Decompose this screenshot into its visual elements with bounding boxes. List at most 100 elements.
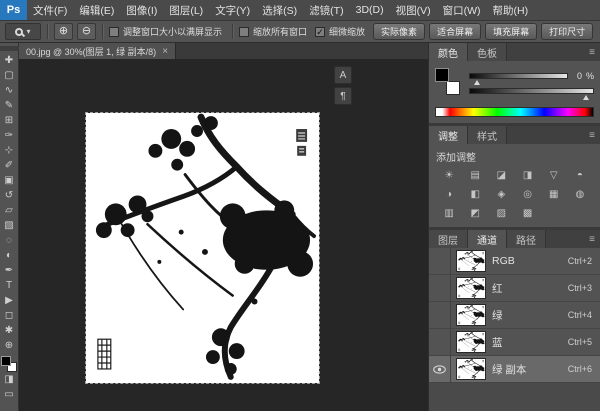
document-tab[interactable]: 00.jpg @ 30%(图层 1, 绿 副本/8) × [19, 43, 177, 59]
type-tool[interactable]: T [0, 278, 19, 293]
crop-tool[interactable]: ⊞ [0, 113, 19, 128]
actual-pixels-button[interactable]: 实际像素 [373, 23, 426, 40]
menu-item-edit[interactable]: 编辑(E) [73, 0, 120, 20]
visibility-toggle[interactable] [429, 275, 451, 301]
menu-item-layer[interactable]: 图层(L) [163, 0, 209, 20]
tab-swatches[interactable]: 色板 [468, 43, 507, 61]
tab-adjustments[interactable]: 调整 [429, 126, 468, 144]
tab-color[interactable]: 颜色 [429, 43, 468, 61]
color-lookup-icon[interactable]: ▦ [541, 187, 567, 202]
channel-row-red[interactable]: 红 Ctrl+3 [429, 275, 600, 302]
menu-item-select[interactable]: 选择(S) [256, 0, 303, 20]
levels-icon[interactable]: ▤ [462, 168, 488, 183]
quick-selection-tool[interactable]: ✎ [0, 98, 19, 113]
menu-item-filter[interactable]: 滤镜(T) [303, 0, 349, 20]
menu-item-window[interactable]: 窗口(W) [437, 0, 487, 20]
dodge-tool[interactable]: ◐ [0, 248, 19, 263]
toolbar-collapse-handle[interactable] [0, 46, 19, 51]
path-selection-tool[interactable]: ▶ [0, 293, 19, 308]
zoom-all-windows-checkbox[interactable] [239, 26, 250, 37]
foreground-color-swatch[interactable] [1, 356, 11, 366]
channel-row-rgb[interactable]: RGB Ctrl+2 [429, 248, 600, 275]
menu-item-3d[interactable]: 3D(D) [350, 0, 390, 20]
channel-thumbnail[interactable] [456, 331, 486, 353]
tab-paths[interactable]: 路径 [507, 230, 546, 248]
shape-tool[interactable]: ◻ [0, 308, 19, 323]
visibility-toggle[interactable] [429, 329, 451, 355]
slider-handle[interactable] [583, 94, 589, 100]
panel-menu-icon[interactable]: ≡ [589, 130, 595, 141]
screen-mode-button[interactable]: ▭ [0, 387, 19, 402]
visibility-toggle[interactable] [429, 302, 451, 328]
channel-thumbnail[interactable] [456, 358, 486, 380]
pen-tool[interactable]: ✒ [0, 263, 19, 278]
move-tool[interactable]: ✚ [0, 53, 19, 68]
eraser-tool[interactable]: ▱ [0, 203, 19, 218]
foreground-background-swatches[interactable] [1, 356, 17, 372]
foreground-background-widget[interactable] [435, 68, 462, 95]
visibility-toggle[interactable] [429, 356, 451, 382]
color-slider-track[interactable] [469, 72, 568, 85]
threshold-icon[interactable]: ◩ [462, 206, 488, 221]
blur-tool[interactable]: ◌ [0, 233, 19, 248]
posterize-icon[interactable]: ▥ [436, 206, 462, 221]
curves-icon[interactable]: ◪ [488, 168, 514, 183]
invert-icon[interactable]: ◍ [567, 187, 593, 202]
selective-color-icon[interactable]: ▨ [488, 206, 514, 221]
scrubby-zoom-checkbox[interactable]: ✓ [315, 26, 326, 37]
print-size-button[interactable]: 打印尺寸 [541, 23, 594, 40]
tab-layers[interactable]: 图层 [429, 230, 468, 248]
history-brush-tool[interactable]: ↺ [0, 188, 19, 203]
channel-row-green[interactable]: 绿 Ctrl+4 [429, 302, 600, 329]
channel-thumbnail[interactable] [456, 277, 486, 299]
menu-item-view[interactable]: 视图(V) [390, 0, 437, 20]
exposure-icon[interactable]: ◨ [514, 168, 540, 183]
menu-item-file[interactable]: 文件(F) [27, 0, 73, 20]
brightness-contrast-icon[interactable]: ☀ [436, 168, 462, 183]
visibility-toggle[interactable] [429, 248, 451, 274]
panel-menu-icon[interactable]: ≡ [589, 234, 595, 245]
healing-brush-tool[interactable]: ⊹ [0, 143, 19, 158]
close-icon[interactable]: × [162, 46, 168, 57]
fit-screen-button[interactable]: 适合屏幕 [429, 23, 482, 40]
black-white-icon[interactable]: ◧ [462, 187, 488, 202]
zoom-out-button[interactable]: ⊖ [77, 23, 96, 40]
brush-tool[interactable]: ✐ [0, 158, 19, 173]
color-balance-icon[interactable]: ◑ [436, 187, 462, 202]
color-spectrum-ramp[interactable] [435, 107, 594, 117]
hand-tool[interactable]: ✱ [0, 323, 19, 338]
vibrance-icon[interactable]: ▽ [541, 168, 567, 183]
zoom-tool[interactable]: ⊕ [0, 338, 19, 353]
tool-preset-picker[interactable]: ▾ [5, 23, 41, 40]
image-document[interactable] [86, 113, 319, 383]
menu-item-help[interactable]: 帮助(H) [487, 0, 535, 20]
quick-mask-button[interactable]: ◨ [0, 372, 19, 387]
channel-row-blue[interactable]: 蓝 Ctrl+5 [429, 329, 600, 356]
gradient-tool[interactable]: ▧ [0, 218, 19, 233]
channel-thumbnail[interactable] [456, 250, 486, 272]
slider-handle[interactable] [474, 79, 480, 85]
clone-stamp-tool[interactable]: ▣ [0, 173, 19, 188]
tab-styles[interactable]: 样式 [468, 126, 507, 144]
color-slider-track[interactable] [469, 87, 594, 100]
zoom-in-button[interactable]: ⊕ [54, 23, 73, 40]
lasso-tool[interactable]: ∿ [0, 83, 19, 98]
marquee-tool[interactable]: ▢ [0, 68, 19, 83]
fill-screen-button[interactable]: 填充屏幕 [485, 23, 538, 40]
eyedropper-tool[interactable]: ✑ [0, 128, 19, 143]
background-color-swatch[interactable] [446, 81, 460, 95]
paragraph-panel-icon[interactable]: ¶ [334, 87, 352, 105]
gradient-map-icon[interactable]: ▩ [514, 206, 540, 221]
channel-mixer-icon[interactable]: ◎ [514, 187, 540, 202]
tab-channels[interactable]: 通道 [468, 230, 507, 248]
menu-item-type[interactable]: 文字(Y) [209, 0, 256, 20]
foreground-color-swatch[interactable] [435, 68, 449, 82]
channel-row-green-copy[interactable]: 绿 副本 Ctrl+6 [429, 356, 600, 383]
hue-saturation-icon[interactable]: ◓ [567, 168, 593, 183]
resize-windows-checkbox[interactable] [109, 26, 119, 37]
panel-menu-icon[interactable]: ≡ [589, 47, 595, 58]
photo-filter-icon[interactable]: ◈ [488, 187, 514, 202]
canvas[interactable]: A ¶ [19, 60, 428, 411]
menu-item-image[interactable]: 图像(I) [120, 0, 163, 20]
character-panel-icon[interactable]: A [334, 66, 352, 84]
